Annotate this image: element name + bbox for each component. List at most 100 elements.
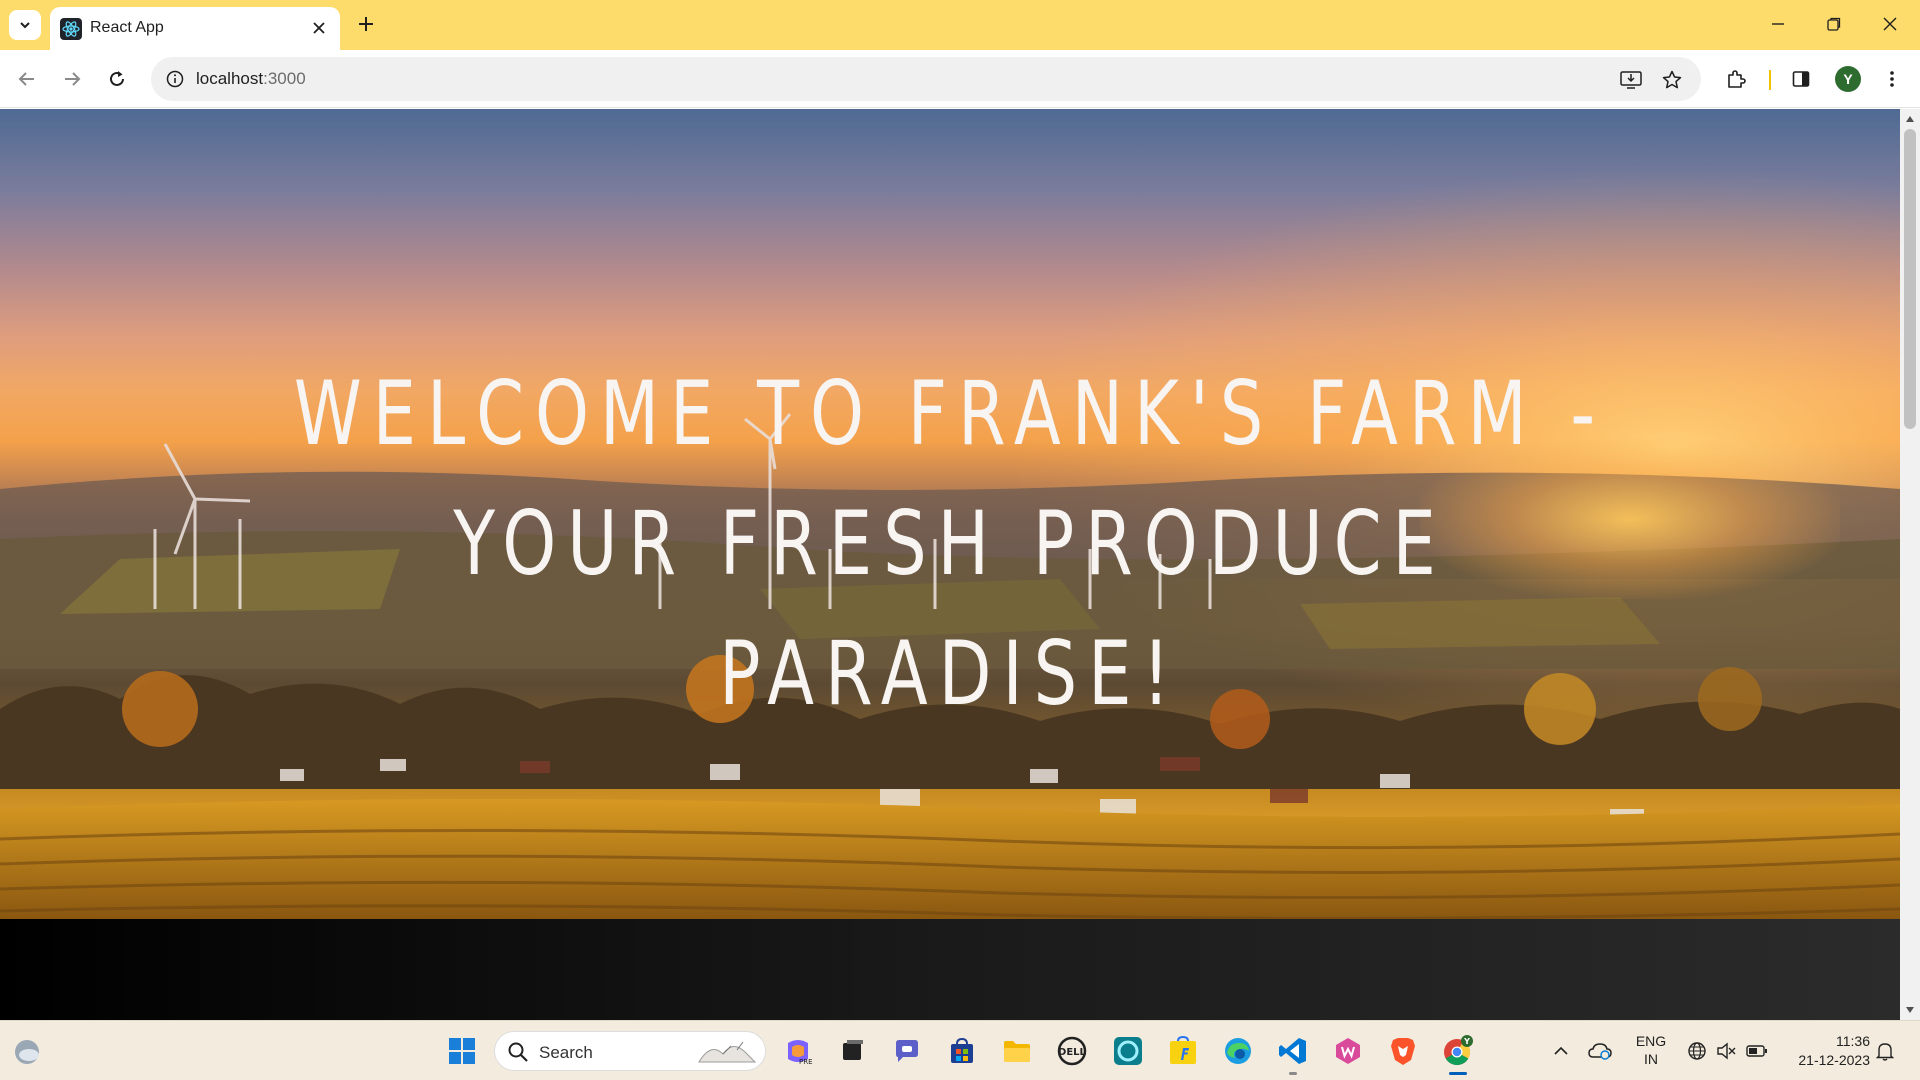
reload-button[interactable] [99,61,135,97]
copilot-icon: PRE [788,1040,813,1066]
battery-tray-icon[interactable] [1744,1038,1770,1064]
taskbar-copilot[interactable]: PRE [778,1031,818,1071]
side-panel-icon [1792,71,1810,87]
star-icon [1662,70,1682,89]
clock-date: 21-12-2023 [1798,1052,1870,1068]
puzzle-icon [1728,70,1746,88]
reload-icon [110,71,124,86]
taskbar-teams[interactable] [887,1031,927,1071]
taskbar-file-explorer[interactable] [997,1031,1037,1071]
triangle-up-icon [1906,116,1914,122]
taskbar-chrome[interactable]: Y [1438,1031,1478,1075]
battery-icon [1746,1045,1767,1057]
hero-title: WELCOME TO FRANK'S FARM - YOUR FRESH PRO… [293,362,1607,725]
restore-button[interactable] [1806,0,1862,48]
side-panel-button[interactable] [1783,61,1819,97]
task-view-icon [843,1040,863,1060]
taskbar-brave[interactable] [1383,1031,1423,1071]
hero-section: WELCOME TO FRANK'S FARM - YOUR FRESH PRO… [0,109,1900,919]
info-icon [166,70,184,88]
taskbar-task-view[interactable] [832,1031,872,1071]
search-highlight-illustration [698,1041,757,1063]
tab-title: React App [90,19,164,36]
scroll-up-button[interactable] [1900,111,1920,127]
taskbar-clock[interactable]: 11:36 21-12-2023 [1780,1032,1870,1070]
running-indicator [1289,1072,1297,1075]
language-indicator[interactable]: ENG IN [1632,1032,1670,1068]
scroll-down-button[interactable] [1900,1002,1920,1018]
back-button[interactable] [9,61,45,97]
taskbar-search-box[interactable]: Search [494,1031,766,1071]
vscode-icon [1279,1038,1306,1064]
search-icon [508,1042,528,1062]
store-icon [951,1037,973,1063]
bell-icon [1876,1043,1894,1061]
alexa-icon [1114,1037,1142,1065]
install-app-button[interactable] [1618,67,1644,93]
brave-lion-icon [1391,1038,1415,1065]
scrollbar-thumb[interactable] [1904,129,1916,429]
taskbar-vscode[interactable] [1273,1031,1313,1075]
url-text: localhost:3000 [196,69,306,89]
taskbar-alexa[interactable] [1108,1031,1148,1071]
notifications-button[interactable] [1872,1038,1898,1064]
dark-footer-band [0,919,1900,1020]
browser-tab-active[interactable]: React App [50,7,340,50]
page-scrollbar[interactable] [1900,109,1920,1020]
wps-office-icon [1336,1038,1360,1064]
taskbar-dell[interactable]: DELL [1052,1031,1092,1071]
close-icon [1883,17,1897,31]
weather-widget-icon[interactable] [12,1037,42,1067]
show-hidden-icons-button[interactable] [1548,1038,1574,1064]
profile-avatar[interactable]: Y [1835,66,1861,92]
close-icon [313,22,325,34]
restore-icon [1827,17,1841,31]
arrow-left-icon [18,72,34,86]
tab-close-button[interactable] [308,17,330,39]
site-info-button[interactable] [163,67,187,91]
browser-tab-strip: React App [0,0,1920,50]
url-port: :3000 [263,69,306,88]
browser-toolbar: localhost:3000 Y [0,50,1920,108]
network-tray-icon[interactable] [1684,1038,1710,1064]
volume-tray-icon[interactable] [1713,1038,1739,1064]
active-indicator [1449,1072,1467,1075]
clock-time: 11:36 [1836,1033,1870,1049]
flipkart-icon [1170,1036,1196,1064]
taskbar-search-placeholder: Search [539,1043,593,1062]
onedrive-tray-icon[interactable] [1587,1038,1613,1064]
minimize-button[interactable] [1750,0,1806,48]
windows-taskbar: Search PRE DELL Y ENG IN 11:36 21-12-202… [0,1020,1920,1080]
window-close-button[interactable] [1862,0,1918,48]
globe-icon [1688,1042,1706,1060]
arrow-right-icon [65,72,81,86]
bookmark-button[interactable] [1659,67,1685,93]
more-vertical-icon [1890,71,1894,87]
chevron-down-icon [20,22,30,29]
address-bar[interactable]: localhost:3000 [151,57,1701,101]
taskbar-flipkart[interactable] [1163,1031,1203,1071]
language-code: ENG [1635,1033,1667,1049]
browser-menu-button[interactable] [1874,61,1910,97]
svg-text:Y: Y [1463,1037,1470,1046]
url-host: localhost [196,69,264,88]
plus-icon [359,17,373,31]
taskbar-store[interactable] [942,1031,982,1071]
taskbar-wps[interactable] [1328,1031,1368,1071]
chevron-up-icon [1554,1046,1568,1055]
triangle-down-icon [1906,1007,1914,1013]
minimize-icon [1772,23,1784,25]
dell-logo-icon: DELL [1057,1036,1087,1066]
forward-button[interactable] [54,61,90,97]
new-tab-button[interactable] [352,10,380,38]
install-app-icon [1620,71,1642,89]
edge-icon [1225,1038,1251,1064]
windows-logo-icon [449,1038,475,1064]
taskbar-edge[interactable] [1218,1031,1258,1071]
chrome-icon: Y [1444,1035,1473,1066]
extensions-button[interactable] [1718,61,1754,97]
svg-text:PRE: PRE [799,1058,813,1066]
start-button[interactable] [442,1031,482,1071]
react-logo-icon [60,18,82,40]
tab-search-button[interactable] [9,10,41,40]
